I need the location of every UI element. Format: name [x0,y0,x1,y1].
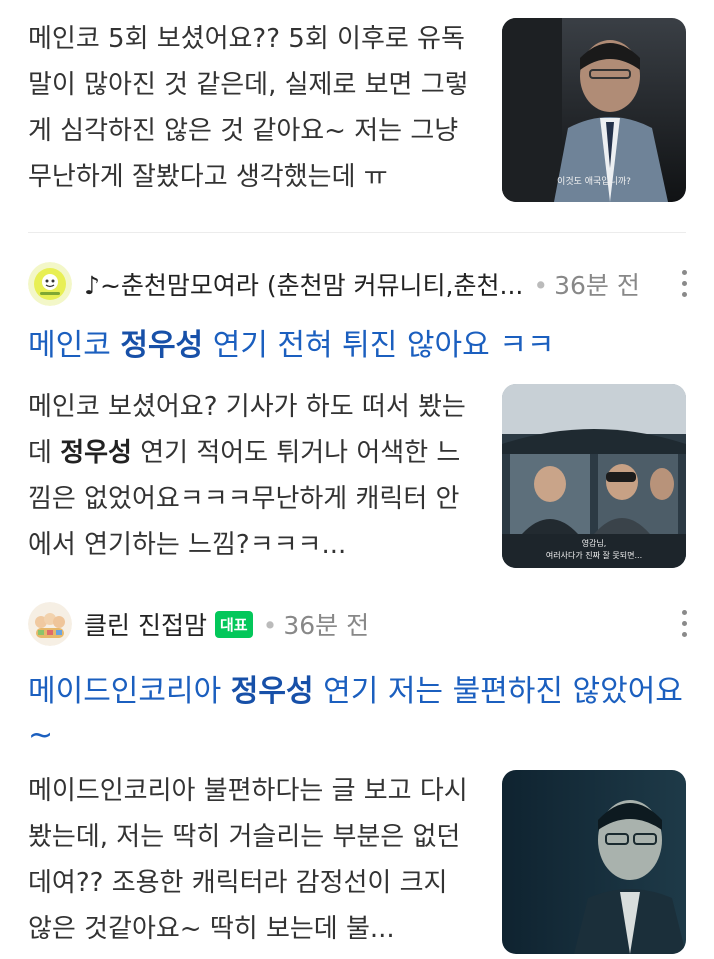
post-thumbnail[interactable]: 이것도 애국입니까? [502,18,686,202]
post-time: • 36분 전 [533,271,640,300]
more-vertical-icon [681,270,687,275]
post-snippet[interactable]: 메인코 5회 보셨어요?? 5회 이후로 유독 말이 많아진 것 같은데, 실제… [28,16,476,200]
post-time: • 36분 전 [262,611,370,640]
post-title[interactable]: 메인코 정우성 연기 전혀 튀진 않아요 ㅋㅋ [28,324,554,368]
cafe-avatar[interactable] [28,262,72,306]
post-header: ♪~춘천맘모여라 (춘천맘 커뮤니티,춘천... • 36분 전 [28,262,640,306]
cafe-name[interactable]: 클린 진접맘 [84,606,207,642]
thumbnail-image: 이것도 애국입니까? [502,18,686,202]
representative-badge: 대표 [214,610,253,638]
cafe-avatar[interactable] [28,602,72,646]
more-options-button[interactable] [676,610,692,637]
post-title[interactable]: 메이드인코리아 정우성 연기 저는 불편하진 않았어요~ [28,670,688,758]
thumbnail-image [502,770,686,954]
thumbnail-caption: 여러사다가 진짜 잘 못되면... [546,550,642,560]
more-vertical-icon [681,610,687,615]
thumbnail-caption: 영감님, [582,538,607,548]
cafe-name[interactable]: ♪~춘천맘모여라 (춘천맘 커뮤니티,춘천... [84,266,523,302]
divider [28,232,686,233]
post-thumbnail[interactable] [502,770,686,954]
post-snippet[interactable]: 메이드인코리아 불편하다는 글 보고 다시 봤는데, 저는 딱히 거슬리는 부분… [28,768,476,952]
post-thumbnail[interactable]: 영감님, 여러사다가 진짜 잘 못되면... [502,384,686,568]
post-snippet[interactable]: 메인코 보셨어요? 기사가 하도 떠서 봤는데 정우성 연기 적어도 튀거나 어… [28,384,476,568]
thumbnail-image: 영감님, 여러사다가 진짜 잘 못되면... [502,384,686,568]
more-options-button[interactable] [676,270,692,297]
post-header: 클린 진접맘 대표 • 36분 전 [28,602,369,646]
thumbnail-caption: 이것도 애국입니까? [557,175,631,187]
